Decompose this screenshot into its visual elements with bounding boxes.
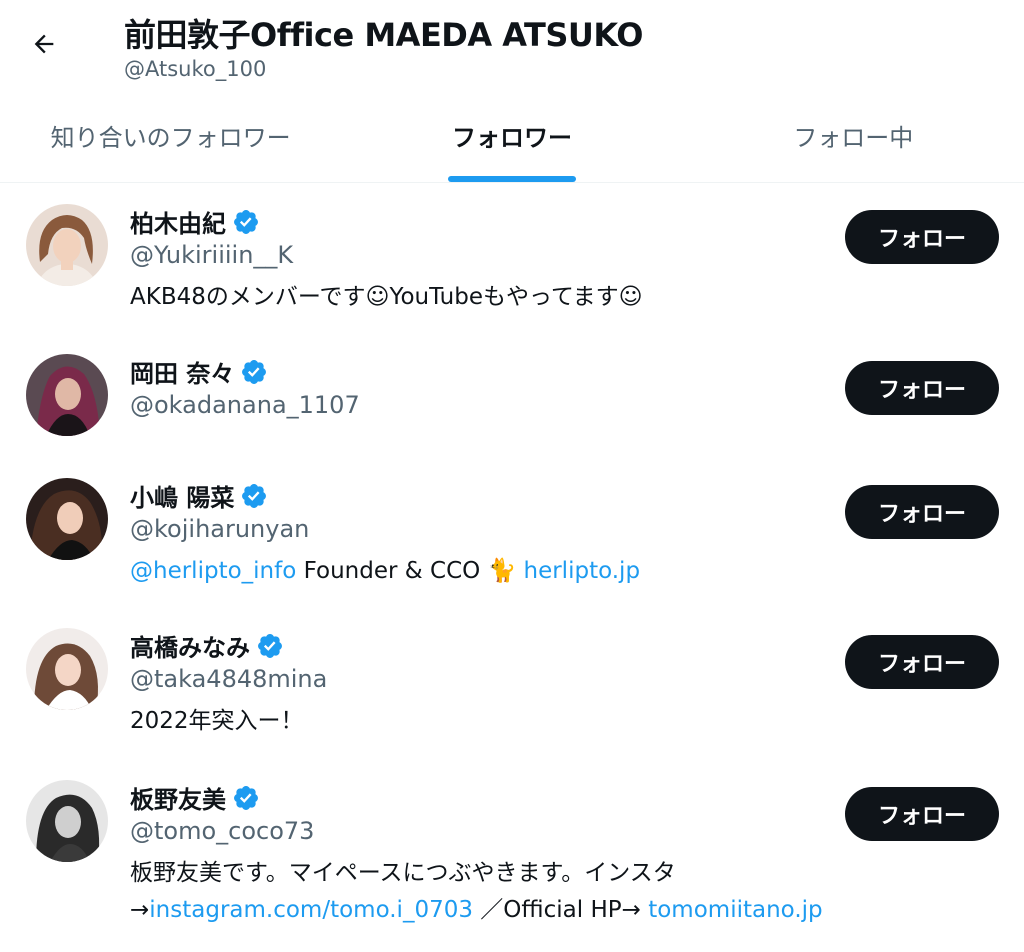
avatar[interactable] — [26, 780, 108, 862]
user-name[interactable]: 板野友美 — [130, 780, 226, 815]
user-bio: 板野友美です。マイペースにつぶやきます。インスタ →instagram.com/… — [130, 855, 823, 929]
avatar[interactable] — [26, 478, 108, 560]
user-cell[interactable]: 岡田 奈々 @okadanana_1107 フォロー — [0, 333, 1024, 459]
tab-label: 知り合いのフォロワー — [50, 123, 291, 152]
bio-arrow: → — [130, 897, 150, 923]
tab-followers-you-know[interactable]: 知り合いのフォロワー — [0, 100, 341, 182]
user-bio: 2022年突入ー！ — [130, 703, 304, 740]
profile-handle: @Atsuko_100 — [124, 57, 267, 81]
bio-text: ／Official HP→ — [472, 897, 649, 923]
follow-button[interactable]: フォロー — [845, 635, 999, 689]
user-name[interactable]: 高橋みなみ — [130, 628, 250, 663]
user-cell[interactable]: 小嶋 陽菜 @kojiharunyan @herlipto_info Found… — [0, 459, 1024, 609]
bio-instagram-link[interactable]: instagram.com/tomo.i_0703 — [149, 897, 473, 923]
verified-badge-icon — [232, 784, 260, 812]
follow-button[interactable]: フォロー — [845, 485, 999, 539]
bio-url-link[interactable]: tomomiitano.jp — [648, 897, 822, 923]
follow-button[interactable]: フォロー — [845, 361, 999, 415]
user-name-line: 小嶋 陽菜 — [130, 478, 268, 513]
tab-bar: 知り合いのフォロワー フォロワー フォロー中 — [0, 100, 1024, 183]
user-name-line: 板野友美 — [130, 780, 260, 815]
active-tab-indicator — [447, 176, 576, 182]
verified-badge-icon — [240, 358, 268, 386]
user-handle: @tomo_coco73 — [130, 817, 315, 845]
avatar[interactable] — [26, 204, 108, 286]
user-cell[interactable]: 高橋みなみ @taka4848mina 2022年突入ー！ フォロー — [0, 609, 1024, 759]
bio-line-2: →instagram.com/tomo.i_0703 ／Official HP→… — [130, 892, 823, 929]
bio-text: AKB48のメンバーです☺YouTubeもやってます☺ — [130, 284, 643, 310]
user-handle: @kojiharunyan — [130, 515, 310, 543]
avatar[interactable] — [26, 354, 108, 436]
tab-label: フォロー中 — [793, 123, 914, 152]
user-name[interactable]: 小嶋 陽菜 — [130, 478, 234, 513]
bio-mention-link[interactable]: @herlipto_info — [130, 558, 296, 584]
bio-url-link[interactable]: herlipto.jp — [524, 558, 641, 584]
bio-text: 板野友美です。マイペースにつぶやきます。インスタ — [130, 860, 676, 886]
back-button[interactable] — [22, 22, 66, 66]
follow-button[interactable]: フォロー — [845, 787, 999, 841]
follow-button[interactable]: フォロー — [845, 210, 999, 264]
tab-label: フォロワー — [451, 123, 572, 152]
verified-badge-icon — [232, 208, 260, 236]
user-handle: @Yukiriiiin__K — [130, 241, 294, 269]
user-name-line: 岡田 奈々 — [130, 354, 268, 389]
bio-text: Founder & CCO 🐈 — [296, 558, 524, 584]
page-title: 前田敦子Office MAEDA ATSUKO — [124, 16, 643, 54]
verified-badge-icon — [240, 482, 268, 510]
verified-badge-icon — [256, 632, 284, 660]
tab-following[interactable]: フォロー中 — [683, 100, 1024, 182]
profile-header: 前田敦子Office MAEDA ATSUKO @Atsuko_100 — [0, 0, 1024, 100]
user-handle: @taka4848mina — [130, 665, 328, 693]
tab-followers[interactable]: フォロワー — [341, 100, 682, 182]
user-name[interactable]: 柏木由紀 — [130, 204, 226, 239]
user-bio: AKB48のメンバーです☺YouTubeもやってます☺ — [130, 279, 643, 316]
user-name[interactable]: 岡田 奈々 — [130, 354, 234, 389]
followers-page: 前田敦子Office MAEDA ATSUKO @Atsuko_100 知り合い… — [0, 0, 1024, 952]
user-bio: @herlipto_info Founder & CCO 🐈 herlipto.… — [130, 553, 640, 590]
bio-text: 2022年突入ー！ — [130, 708, 304, 734]
user-cell[interactable]: 柏木由紀 @Yukiriiiin__K AKB48のメンバーです☺YouTube… — [0, 183, 1024, 333]
avatar[interactable] — [26, 628, 108, 710]
user-handle: @okadanana_1107 — [130, 391, 360, 419]
user-name-line: 柏木由紀 — [130, 204, 260, 239]
user-name-line: 高橋みなみ — [130, 628, 284, 663]
user-cell[interactable]: 板野友美 @tomo_coco73 板野友美です。マイペースにつぶやきます。イン… — [0, 759, 1024, 952]
arrow-left-icon — [34, 34, 54, 54]
